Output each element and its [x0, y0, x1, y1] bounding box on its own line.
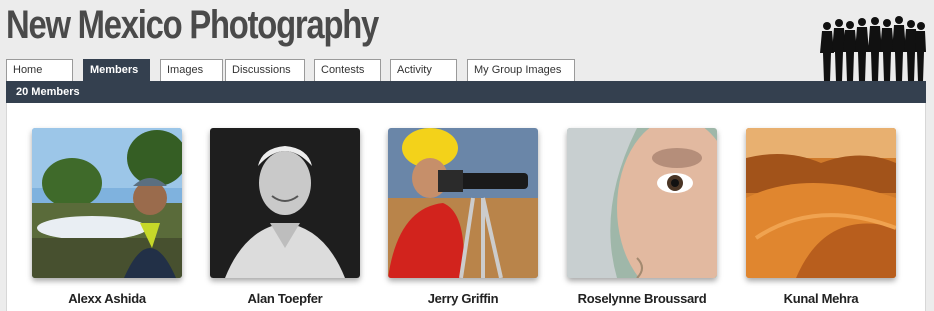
tab-contests[interactable]: Contests [314, 59, 381, 82]
members-count: 20 Members [16, 86, 80, 98]
member-photo[interactable] [388, 128, 538, 278]
tab-my-group-images[interactable]: My Group Images [467, 59, 575, 82]
member-card[interactable]: Alan Toepfer [210, 128, 360, 306]
member-card[interactable]: Kunal Mehra [746, 128, 896, 306]
member-photo[interactable] [32, 128, 182, 278]
tab-images[interactable]: Images [160, 59, 223, 82]
member-name[interactable]: Roselynne Broussard [567, 291, 717, 306]
member-name[interactable]: Jerry Griffin [388, 291, 538, 306]
site-title[interactable]: New Mexico Photography [6, 2, 379, 48]
people-silhouette-logo [820, 16, 926, 82]
member-name[interactable]: Kunal Mehra [746, 291, 896, 306]
member-card[interactable]: Jerry Griffin [388, 128, 538, 306]
members-count-bar: 20 Members [6, 81, 926, 103]
tab-activity[interactable]: Activity [390, 59, 457, 82]
member-card[interactable]: Alexx Ashida [32, 128, 182, 306]
member-name[interactable]: Alan Toepfer [210, 291, 360, 306]
tab-members[interactable]: Members [83, 59, 150, 82]
member-photo[interactable] [567, 128, 717, 278]
tab-discussions[interactable]: Discussions [225, 59, 305, 82]
member-photo[interactable] [210, 128, 360, 278]
members-grid: Alexx Ashida Alan Toepfer Jerry Griffin … [6, 103, 926, 311]
tab-home[interactable]: Home [6, 59, 73, 82]
member-name[interactable]: Alexx Ashida [32, 291, 182, 306]
member-card[interactable]: Roselynne Broussard [567, 128, 717, 306]
member-photo[interactable] [746, 128, 896, 278]
